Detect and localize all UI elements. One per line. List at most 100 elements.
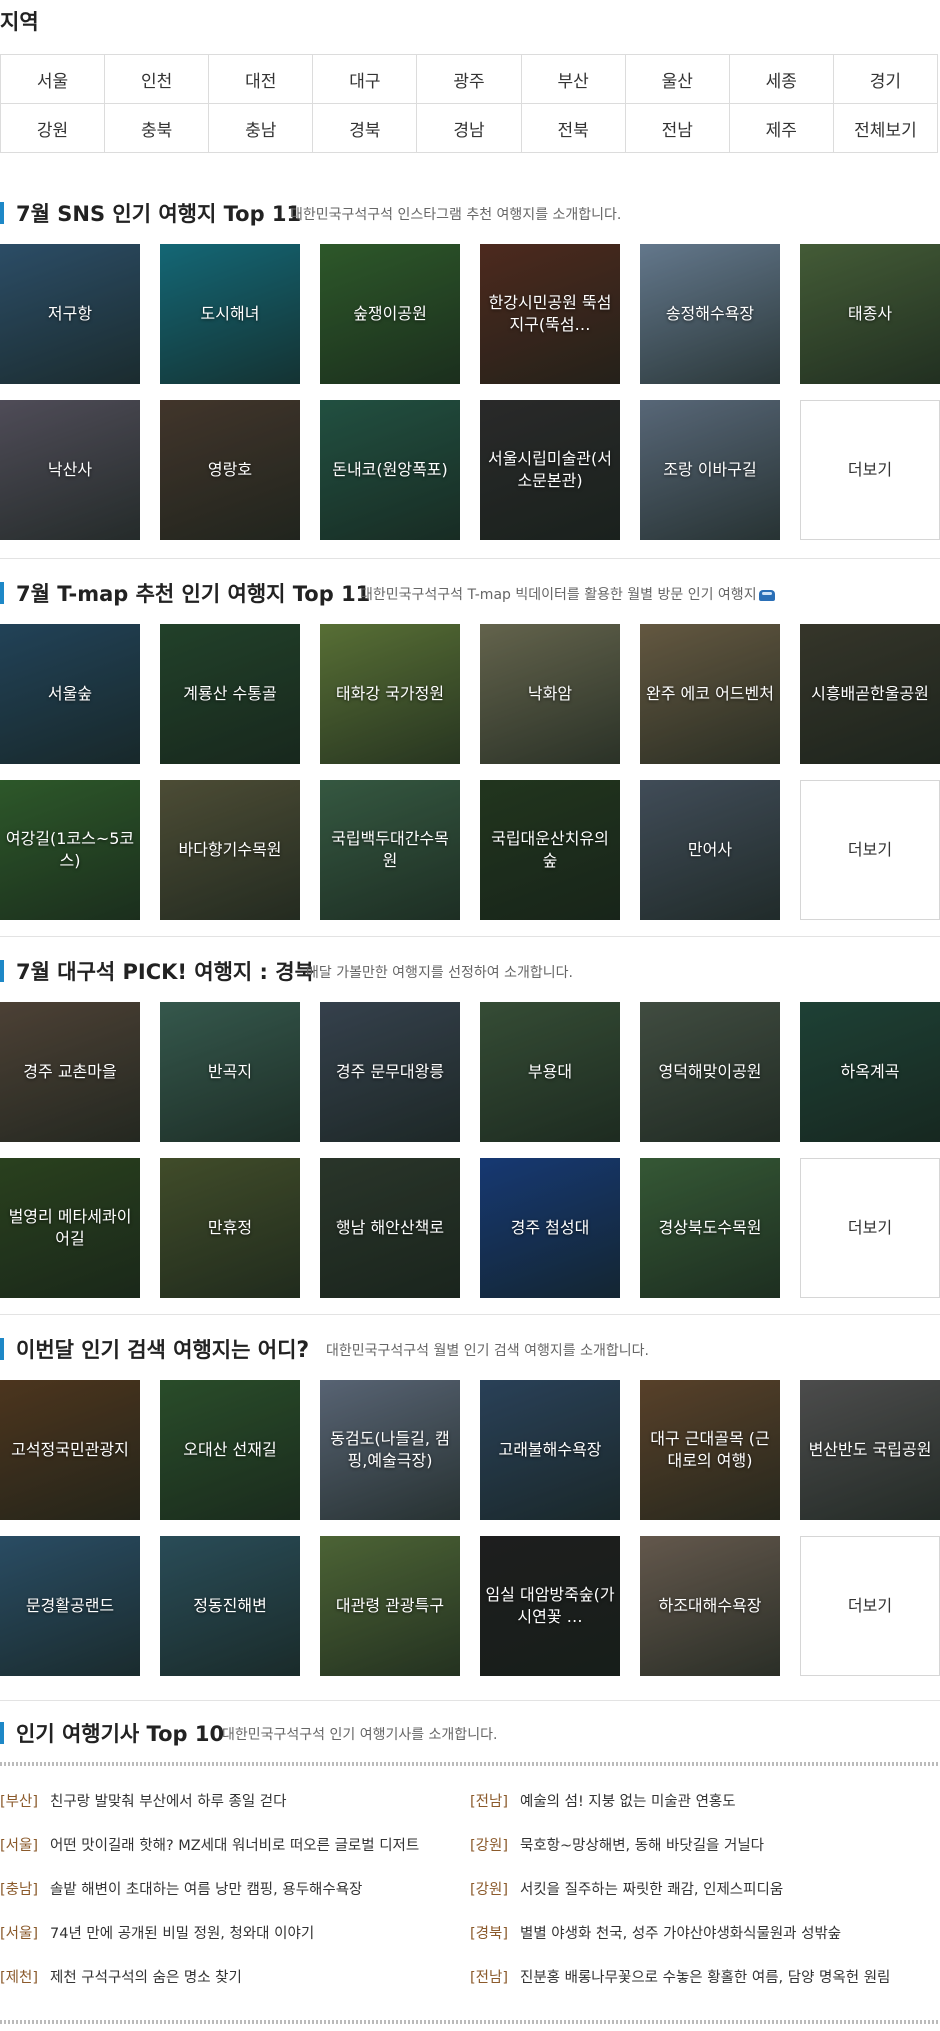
- region-link-busan[interactable]: 부산: [520, 54, 626, 104]
- destination-tile[interactable]: 저구항: [0, 244, 140, 384]
- region-link-gyeongnam[interactable]: 경남: [416, 103, 522, 153]
- tile-label: 경주 교촌마을: [23, 1062, 117, 1081]
- news-article-link[interactable]: [서울] 74년 만에 공개된 비밀 정원, 청와대 이야기: [0, 1922, 314, 1943]
- news-article-link[interactable]: [서울] 어떤 맛이길래 핫해? MZ세대 워너비로 떠오른 글로벌 디저트: [0, 1834, 419, 1855]
- news-header: 인기 여행기사 Top 10 대한민국구석구석 인기 여행기사를 소개합니다.: [0, 1712, 940, 1752]
- news-article-link[interactable]: [강원] 묵호항~망상해변, 동해 바닷길을 거닐다: [470, 1834, 764, 1855]
- section-marker: [0, 960, 4, 982]
- destination-tile[interactable]: 태종사: [800, 244, 940, 384]
- divider: [0, 1700, 940, 1701]
- region-link-sejong[interactable]: 세종: [728, 54, 834, 104]
- region-link-chungnam[interactable]: 충남: [208, 103, 314, 153]
- destination-tile[interactable]: 오대산 선재길: [160, 1380, 300, 1520]
- region-link-seoul[interactable]: 서울: [0, 54, 106, 104]
- region-link-ulsan[interactable]: 울산: [624, 54, 730, 104]
- section-title-text: 7월 T-map 추천 인기 여행지 Top 11: [16, 582, 371, 606]
- question-icon: ?: [296, 1338, 310, 1363]
- destination-tile[interactable]: 시흥배곧한울공원: [800, 624, 940, 764]
- destination-tile[interactable]: 임실 대암방죽숲(가시연꽃 …: [480, 1536, 620, 1676]
- tile-label: 저구항: [47, 304, 93, 323]
- news-region-tag: [서울]: [0, 1926, 38, 1942]
- destination-tile[interactable]: 송정해수욕장: [640, 244, 780, 384]
- region-link-jeju[interactable]: 제주: [728, 103, 834, 153]
- news-article-link[interactable]: [충남] 솔밭 해변이 초대하는 여름 낭만 캠핑, 용두해수욕장: [0, 1878, 362, 1899]
- region-link-daegu[interactable]: 대구: [312, 54, 418, 104]
- more-button[interactable]: 더보기: [800, 780, 940, 920]
- region-link-gyeongbuk[interactable]: 경북: [312, 103, 418, 153]
- tile-label: 더보기: [847, 460, 893, 479]
- destination-tile[interactable]: 낙산사: [0, 400, 140, 540]
- region-link-gyeonggi[interactable]: 경기: [832, 54, 939, 104]
- destination-tile[interactable]: 조랑 이바구길: [640, 400, 780, 540]
- destination-tile[interactable]: 대구 근대골목 (근대로의 여행): [640, 1380, 780, 1520]
- destination-tile[interactable]: 경주 첨성대: [480, 1158, 620, 1298]
- destination-tile[interactable]: 낙화암: [480, 624, 620, 764]
- region-table: 서울 인천 대전 대구 광주 부산 울산 세종 경기 강원 충북 충남 경북 경…: [0, 54, 939, 153]
- destination-tile[interactable]: 한강시민공원 뚝섬지구(뚝섬…: [480, 244, 620, 384]
- destination-tile[interactable]: 행남 해안산책로: [320, 1158, 460, 1298]
- region-link-jeonbuk[interactable]: 전북: [520, 103, 626, 153]
- tile-label: 하조대해수욕장: [658, 1596, 762, 1615]
- destination-tile[interactable]: 동검도(나들길, 캠핑,예술극장): [320, 1380, 460, 1520]
- destination-tile[interactable]: 고래불해수욕장: [480, 1380, 620, 1520]
- destination-tile[interactable]: 만휴정: [160, 1158, 300, 1298]
- destination-tile[interactable]: 만어사: [640, 780, 780, 920]
- destination-tile[interactable]: 하조대해수욕장: [640, 1536, 780, 1676]
- section-title: 7월 SNS 인기 여행지 Top 11: [16, 198, 301, 228]
- destination-tile[interactable]: 문경활공랜드: [0, 1536, 140, 1676]
- destination-tile[interactable]: 영랑호: [160, 400, 300, 540]
- section: 7월 T-map 추천 인기 여행지 Top 11 대한민국구석구석 T-map …: [0, 572, 940, 920]
- destination-tile[interactable]: 국립백두대간수목원: [320, 780, 460, 920]
- section-desc: 대한민국구석구석 월별 인기 검색 여행지를 소개합니다.: [326, 1340, 649, 1360]
- destination-tile[interactable]: 경주 교촌마을: [0, 1002, 140, 1142]
- section-title: 7월 T-map 추천 인기 여행지 Top 11: [16, 578, 370, 608]
- destination-tile[interactable]: 변산반도 국립공원: [800, 1380, 940, 1520]
- news-article-link[interactable]: [전남] 진분홍 배롱나무꽃으로 수놓은 황홀한 여름, 담양 명옥헌 원림: [470, 1966, 890, 1987]
- destination-tile[interactable]: 돈내코(원앙폭포): [320, 400, 460, 540]
- region-link-incheon[interactable]: 인천: [104, 54, 210, 104]
- destination-tile[interactable]: 여강길(1코스~5코스): [0, 780, 140, 920]
- news-article-link[interactable]: [제천] 제천 구석구석의 숨은 명소 찾기: [0, 1966, 242, 1987]
- destination-tile[interactable]: 고석정국민관광지: [0, 1380, 140, 1520]
- destination-tile[interactable]: 영덕해맞이공원: [640, 1002, 780, 1142]
- region-link-daejeon[interactable]: 대전: [208, 54, 314, 104]
- news-article-link[interactable]: [경북] 별별 야생화 천국, 성주 가야산야생화식물원과 성밖숲: [470, 1922, 841, 1943]
- destination-tile[interactable]: 벌영리 메타세콰이어길: [0, 1158, 140, 1298]
- section-header: 7월 T-map 추천 인기 여행지 Top 11 대한민국구석구석 T-map …: [0, 572, 940, 612]
- region-link-chungbuk[interactable]: 충북: [104, 103, 210, 153]
- destination-tile[interactable]: 도시해녀: [160, 244, 300, 384]
- destination-tile[interactable]: 반곡지: [160, 1002, 300, 1142]
- destination-tile[interactable]: 정동진해변: [160, 1536, 300, 1676]
- destination-tile[interactable]: 하옥계곡: [800, 1002, 940, 1142]
- news-article-link[interactable]: [강원] 서킷을 질주하는 짜릿한 쾌감, 인제스피디움: [470, 1878, 783, 1899]
- destination-tile[interactable]: 태화강 국가정원: [320, 624, 460, 764]
- news-article-link[interactable]: [부산] 친구랑 발맞춰 부산에서 하루 종일 걷다: [0, 1790, 286, 1811]
- destination-tile[interactable]: 경주 문무대왕릉: [320, 1002, 460, 1142]
- region-link-view-all[interactable]: 전체보기: [832, 103, 939, 153]
- destination-tile[interactable]: 바다향기수목원: [160, 780, 300, 920]
- destination-tile[interactable]: 서울숲: [0, 624, 140, 764]
- tile-label: 만휴정: [207, 1218, 253, 1237]
- region-link-gangwon[interactable]: 강원: [0, 103, 106, 153]
- destination-tile[interactable]: 서울시립미술관(서소문본관): [480, 400, 620, 540]
- divider: [0, 558, 940, 559]
- destination-tile[interactable]: 대관령 관광특구: [320, 1536, 460, 1676]
- destination-tile[interactable]: 완주 에코 어드벤처: [640, 624, 780, 764]
- destination-tile[interactable]: 숲쟁이공원: [320, 244, 460, 384]
- news-bottom-border: [0, 2020, 940, 2024]
- destination-tile[interactable]: 부용대: [480, 1002, 620, 1142]
- destination-tile[interactable]: 국립대운산치유의숲: [480, 780, 620, 920]
- more-button[interactable]: 더보기: [800, 1158, 940, 1298]
- region-link-jeonnam[interactable]: 전남: [624, 103, 730, 153]
- destination-tile[interactable]: 경상북도수목원: [640, 1158, 780, 1298]
- destination-tile[interactable]: 계룡산 수통골: [160, 624, 300, 764]
- more-button[interactable]: 더보기: [800, 400, 940, 540]
- news-headline: 묵호항~망상해변, 동해 바닷길을 거닐다: [520, 1838, 765, 1854]
- region-link-gwangju[interactable]: 광주: [416, 54, 522, 104]
- tile-label: 낙화암: [527, 684, 573, 703]
- section-desc-text: 대한민국구석구석 월별 인기 검색 여행지를 소개합니다.: [326, 1343, 649, 1359]
- more-button[interactable]: 더보기: [800, 1536, 940, 1676]
- tile-label: 더보기: [847, 840, 893, 859]
- news-article-link[interactable]: [전남] 예술의 섬! 지붕 없는 미술관 연홍도: [470, 1790, 736, 1811]
- news-headline: 어떤 맛이길래 핫해? MZ세대 워너비로 떠오른 글로벌 디저트: [50, 1838, 420, 1854]
